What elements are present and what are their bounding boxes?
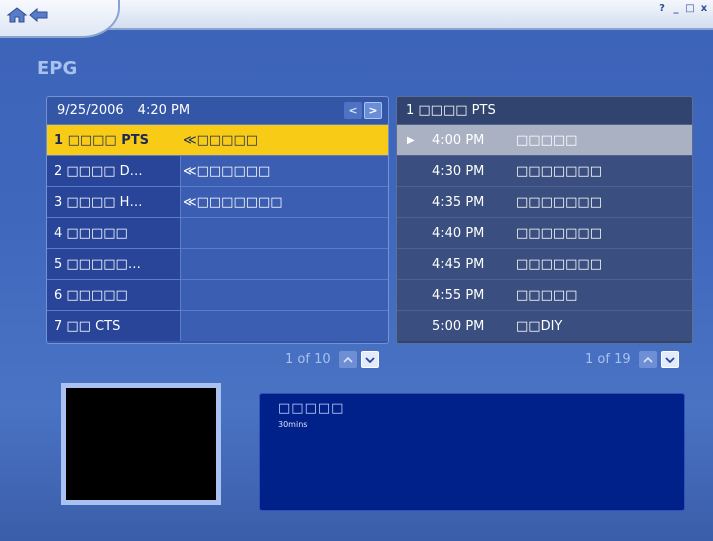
channel-current-program (180, 249, 388, 279)
schedule-page-up-button[interactable] (638, 351, 657, 368)
maximize-button[interactable]: □ (685, 3, 695, 14)
channel-page-down-button[interactable] (360, 351, 379, 368)
schedule-page-down-button[interactable] (660, 351, 679, 368)
schedule-header: 1 □□□□ PTS (406, 103, 496, 118)
channel-row[interactable]: 7 □□ CTS (47, 310, 388, 341)
schedule-page-label: 1 of 19 (585, 352, 631, 367)
schedule-row[interactable]: 4:45 PM □□□□□□□ (397, 248, 692, 279)
chevron-down-icon (664, 356, 675, 363)
channel-pager: 1 of 10 (285, 351, 379, 368)
time-prev-button[interactable]: < (344, 102, 362, 119)
channel-list-panel: 9/25/2006 4:20 PM < > 1 □□□□ PTS ≪□□□□□ 2 … (46, 96, 389, 344)
schedule-title: □□□□□□□ (516, 225, 602, 241)
title-bar: ? _ □ x (0, 0, 713, 38)
chevron-up-icon (643, 356, 653, 363)
channel-name: 5 □□□□□… (47, 249, 180, 279)
channel-row[interactable]: 2 □□□□ D… ≪□□□□□□ (47, 155, 388, 186)
channel-current-program: ≪□□□□□□□ (180, 187, 388, 217)
current-date: 9/25/2006 (57, 103, 124, 118)
schedule-pager: 1 of 19 (585, 351, 679, 368)
channel-current-program (180, 218, 388, 248)
schedule-time: 4:35 PM (432, 194, 485, 210)
channel-name: 3 □□□□ H… (47, 187, 180, 217)
schedule-time: 4:30 PM (432, 163, 485, 179)
schedule-title: □□□□□□□ (516, 256, 602, 272)
chevron-down-icon (364, 356, 375, 363)
schedule-title: □□DIY (516, 318, 563, 334)
page-title: EPG (37, 58, 78, 79)
channel-page-label: 1 of 10 (285, 352, 331, 367)
time-next-button[interactable]: > (364, 102, 382, 119)
schedule-time: 4:55 PM (432, 287, 485, 303)
schedule-time: 5:00 PM (432, 318, 485, 334)
schedule-row[interactable]: 5:00 PM □□DIY (397, 310, 692, 341)
window-controls: ? _ □ x (657, 3, 709, 14)
minimize-button[interactable]: _ (671, 3, 681, 14)
schedule-title: □□□□□□□ (516, 163, 602, 179)
channel-name: 4 □□□□□ (47, 218, 180, 248)
current-time: 4:20 PM (137, 103, 191, 118)
time-nav: < > (344, 102, 382, 119)
chevron-up-icon (343, 356, 353, 363)
close-button[interactable]: x (699, 3, 709, 14)
channel-current-program: ≪□□□□□ (180, 125, 388, 155)
home-icon[interactable] (6, 6, 28, 24)
schedule-title: □□□□□□□ (516, 194, 602, 210)
channel-row[interactable]: 4 □□□□□ (47, 217, 388, 248)
program-info-panel: □□□□□ 30mins (259, 393, 685, 511)
schedule-row[interactable]: 4:55 PM □□□□□ (397, 279, 692, 310)
channel-name: 7 □□ CTS (47, 311, 180, 341)
channel-row[interactable]: 6 □□□□□ (47, 279, 388, 310)
play-arrow-icon: ▶ (407, 134, 415, 146)
schedule-time: 4:40 PM (432, 225, 485, 241)
schedule-title: □□□□□ (516, 132, 578, 148)
help-button[interactable]: ? (657, 3, 667, 14)
channel-row[interactable]: 5 □□□□□… (47, 248, 388, 279)
schedule-row[interactable]: 4:30 PM □□□□□□□ (397, 155, 692, 186)
back-arrow-icon[interactable] (28, 6, 50, 24)
video-preview[interactable] (61, 383, 221, 505)
channel-current-program (180, 280, 388, 310)
schedule-time: 4:00 PM (432, 132, 485, 148)
channel-current-program (180, 311, 388, 341)
channel-current-program: ≪□□□□□□ (180, 156, 388, 186)
channel-row[interactable]: 1 □□□□ PTS ≪□□□□□ (47, 124, 388, 155)
program-duration: 30mins (278, 420, 308, 429)
channel-page-up-button[interactable] (338, 351, 357, 368)
channel-list-header: 9/25/2006 4:20 PM < > (47, 97, 388, 124)
schedule-title: □□□□□ (516, 287, 578, 303)
program-title: □□□□□ (278, 401, 345, 416)
schedule-row[interactable]: 4:40 PM □□□□□□□ (397, 217, 692, 248)
schedule-row[interactable]: 4:35 PM □□□□□□□ (397, 186, 692, 217)
channel-name: 2 □□□□ D… (47, 156, 180, 186)
schedule-time: 4:45 PM (432, 256, 485, 272)
channel-name: 1 □□□□ PTS (47, 125, 180, 155)
channel-row[interactable]: 3 □□□□ H… ≪□□□□□□□ (47, 186, 388, 217)
schedule-panel: 1 □□□□ PTS ▶ 4:00 PM □□□□□ 4:30 PM □□□□□□□ 4:… (396, 96, 693, 344)
channel-name: 6 □□□□□ (47, 280, 180, 310)
schedule-row[interactable]: ▶ 4:00 PM □□□□□ (397, 124, 692, 155)
